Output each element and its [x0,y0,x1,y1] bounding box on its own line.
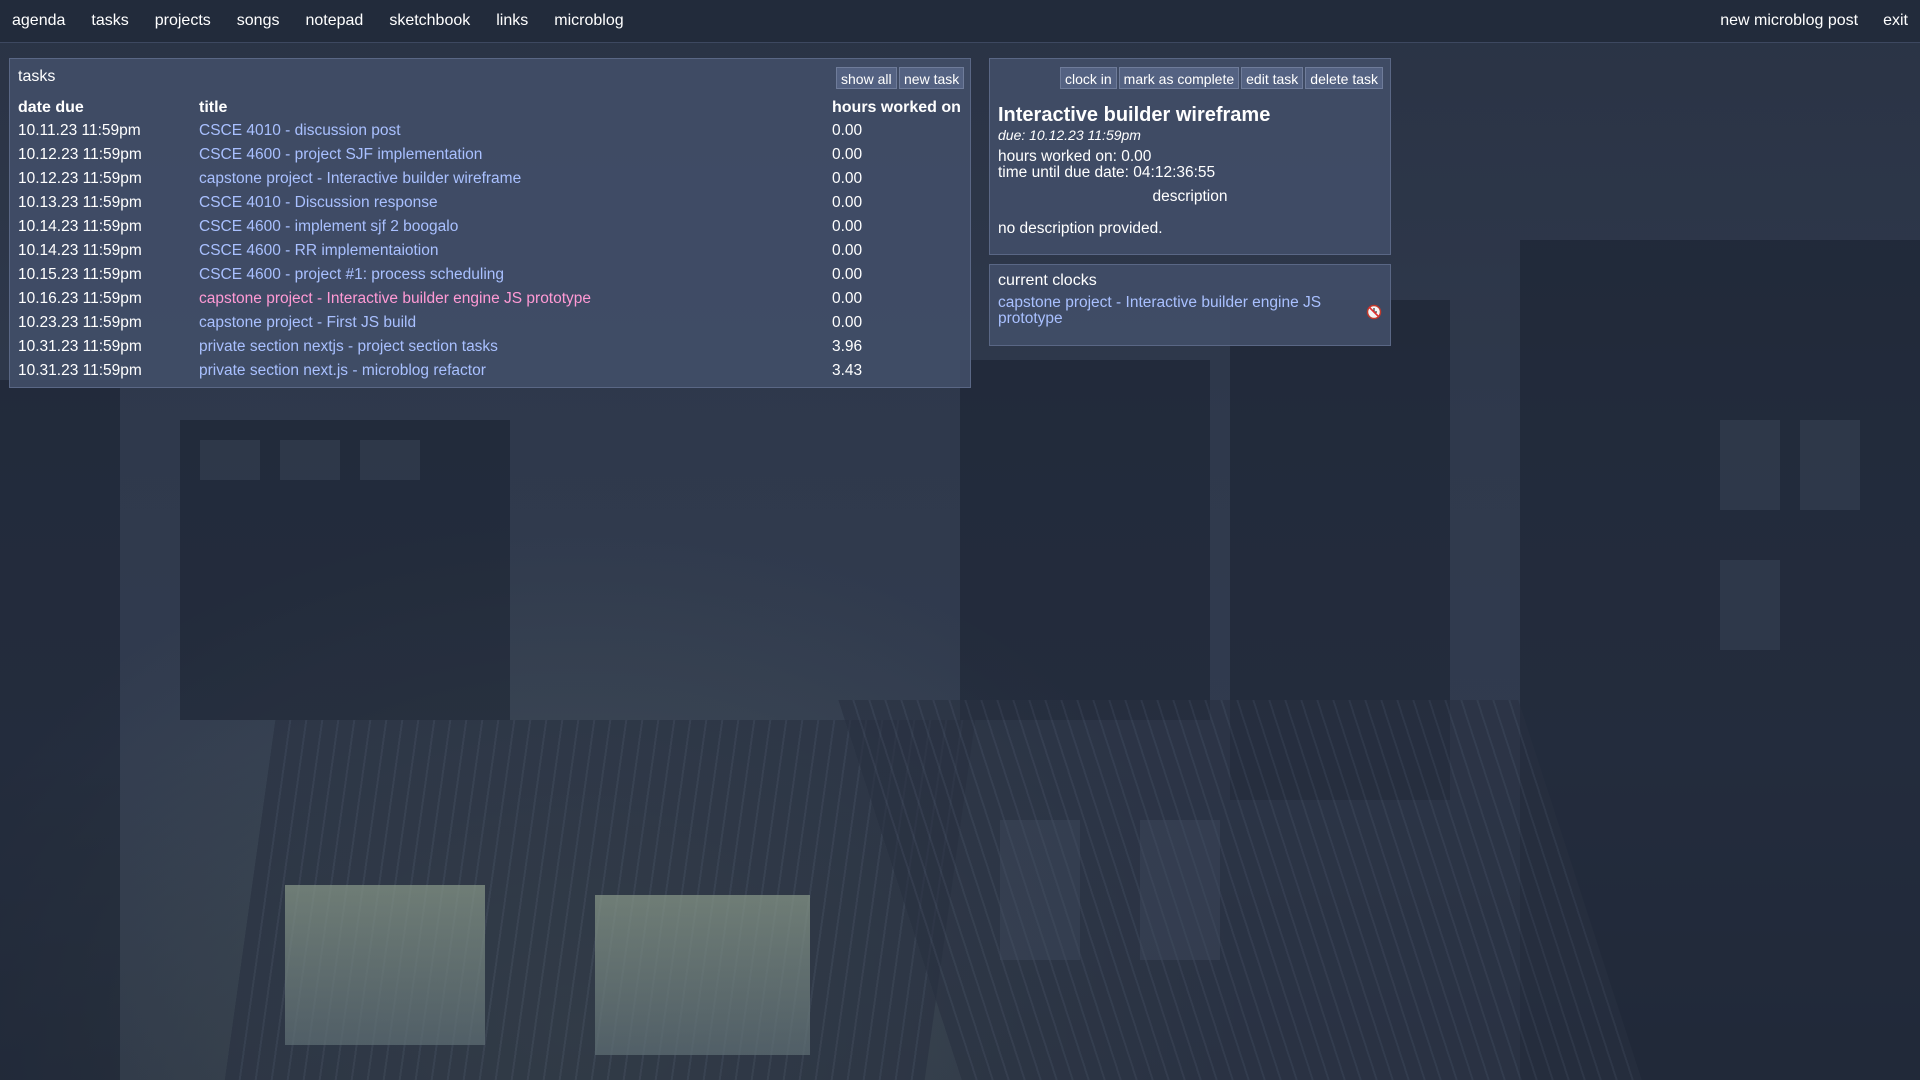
task-title-cell: capstone project - Interactive builder e… [199,287,832,311]
table-row: 10.14.23 11:59pm CSCE 4600 - implement sj… [18,215,962,239]
task-hours: 0.00 [832,218,863,235]
nav-exit[interactable]: exit [1883,12,1908,30]
task-title-link[interactable]: CSCE 4600 - RR implementaiotion [199,242,439,259]
current-clock-task-link[interactable]: capstone project - Interactive builder e… [998,295,1358,327]
tasks-table-body: 10.11.23 11:59pm CSCE 4010 - discussion p… [18,119,962,383]
delete-task-button[interactable]: delete task [1305,67,1383,89]
task-title-link[interactable]: capstone project - Interactive builder w… [199,170,521,187]
task-hours: 0.00 [832,194,863,211]
nav-links[interactable]: links [496,12,528,30]
tasks-table-header: date due title hours worked on [18,96,962,119]
task-date-due: 10.11.23 11:59pm [18,122,141,139]
task-detail-panel: clock in mark as complete edit task dele… [989,58,1391,255]
task-hours: 0.00 [832,266,863,283]
table-row: 10.12.23 11:59pm capstone project - Inter… [18,167,962,191]
task-title-cell: CSCE 4600 - RR implementaiotion [199,239,832,263]
table-row: 10.12.23 11:59pm CSCE 4600 - project SJF … [18,143,962,167]
nav-new-microblog-post[interactable]: new microblog post [1720,12,1858,30]
task-detail-due: due: 10.12.23 11:59pm [998,127,1141,143]
task-detail-time-until-due: time until due date: 04:12:36:55 [998,164,1216,181]
nav-tasks[interactable]: tasks [91,12,128,30]
task-title-link[interactable]: CSCE 4600 - project SJF implementation [199,146,482,163]
clock-in-button[interactable]: clock in [1059,67,1117,89]
table-row: 10.31.23 11:59pm private section nextjs -… [18,335,962,359]
nav-agenda[interactable]: agenda [12,12,65,30]
task-title-cell: capstone project - First JS build [199,311,832,335]
task-title-cell: capstone project - Interactive builder w… [199,167,832,191]
task-title-cell: CSCE 4010 - Discussion response [199,191,832,215]
task-title-link[interactable]: capstone project - First JS build [199,314,416,331]
task-date-due: 10.13.23 11:59pm [18,194,142,211]
task-date-due: 10.23.23 11:59pm [18,314,142,331]
nav-notepad[interactable]: notepad [305,12,363,30]
task-date-due: 10.12.23 11:59pm [18,146,142,163]
table-row: 10.14.23 11:59pm CSCE 4600 - RR implement… [18,239,962,263]
description-heading: description [1152,188,1228,205]
task-title-link[interactable]: CSCE 4010 - Discussion response [199,194,438,211]
table-row: 10.15.23 11:59pm CSCE 4600 - project #1: … [18,263,962,287]
task-date-due: 10.31.23 11:59pm [18,362,142,379]
task-hours: 0.00 [832,170,863,187]
task-title-link[interactable]: CSCE 4010 - discussion post [199,122,401,139]
task-title-cell: CSCE 4600 - implement sjf 2 boogalo [199,215,832,239]
current-clocks-panel: current clocks capstone project - Intera… [989,264,1391,346]
table-row: 10.13.23 11:59pm CSCE 4010 - Discussion r… [18,191,962,215]
task-title-cell: private section next.js - microblog refa… [199,359,832,383]
table-row: 10.16.23 11:59pm capstone project - Inter… [18,287,962,311]
task-date-due: 10.31.23 11:59pm [18,338,142,355]
task-title-cell: CSCE 4600 - project #1: process scheduli… [199,263,832,287]
nav-projects[interactable]: projects [155,12,211,30]
task-title-link[interactable]: CSCE 4600 - implement sjf 2 boogalo [199,218,458,235]
tasks-panel-title: tasks [18,68,56,85]
task-date-due: 10.14.23 11:59pm [18,242,142,259]
task-title-link[interactable]: private section next.js - microblog refa… [199,362,486,379]
column-header-date-due[interactable]: date due [18,96,199,119]
mark-complete-button[interactable]: mark as complete [1118,67,1240,89]
table-row: 10.31.23 11:59pm private section next.js … [18,359,962,383]
show-all-button[interactable]: show all [836,67,897,89]
task-title-cell: CSCE 4600 - project SJF implementation [199,143,832,167]
task-date-due: 10.16.23 11:59pm [18,290,142,307]
table-row: 10.23.23 11:59pm capstone project - First… [18,311,962,335]
task-hours: 0.00 [832,314,863,331]
nav-songs[interactable]: songs [237,12,280,30]
nav-right-group: new microblog post exit [1695,0,1908,42]
task-hours: 3.96 [832,338,863,355]
table-row: 10.11.23 11:59pm CSCE 4010 - discussion p… [18,119,962,143]
task-title-link[interactable]: capstone project - Interactive builder e… [199,290,591,307]
task-hours: 0.00 [832,290,863,307]
task-hours: 0.00 [832,146,863,163]
tasks-panel: tasks show all new task date due title h… [9,58,971,388]
tasks-table: date due title hours worked on 10.11.23 … [18,96,962,383]
stop-clock-icon[interactable] [1366,304,1382,320]
task-title-cell: private section nextjs - project section… [199,335,832,359]
task-date-due: 10.12.23 11:59pm [18,170,142,187]
edit-task-button[interactable]: edit task [1241,67,1304,89]
nav-sketchbook[interactable]: sketchbook [389,12,470,30]
task-title-link[interactable]: CSCE 4600 - project #1: process scheduli… [199,266,504,283]
nav-microblog[interactable]: microblog [554,12,623,30]
current-clocks-title: current clocks [998,272,1097,289]
task-hours: 3.43 [832,362,863,379]
task-detail-toolbar: clock in mark as complete edit task dele… [1059,67,1383,89]
description-text: no description provided. [998,220,1163,237]
task-date-due: 10.14.23 11:59pm [18,218,142,235]
top-nav-bar: agenda tasks projects songs notepad sket… [0,0,1920,43]
task-detail-title: Interactive builder wireframe [998,104,1271,126]
task-title-link[interactable]: private section nextjs - project section… [199,338,498,355]
task-hours: 0.00 [832,122,863,139]
task-title-cell: CSCE 4010 - discussion post [199,119,832,143]
nav-left-group: agenda tasks projects songs notepad sket… [12,0,650,42]
column-header-hours[interactable]: hours worked on [832,96,962,119]
task-hours: 0.00 [832,242,863,259]
task-date-due: 10.15.23 11:59pm [18,266,142,283]
new-task-button[interactable]: new task [899,67,965,89]
column-header-title[interactable]: title [199,96,832,119]
